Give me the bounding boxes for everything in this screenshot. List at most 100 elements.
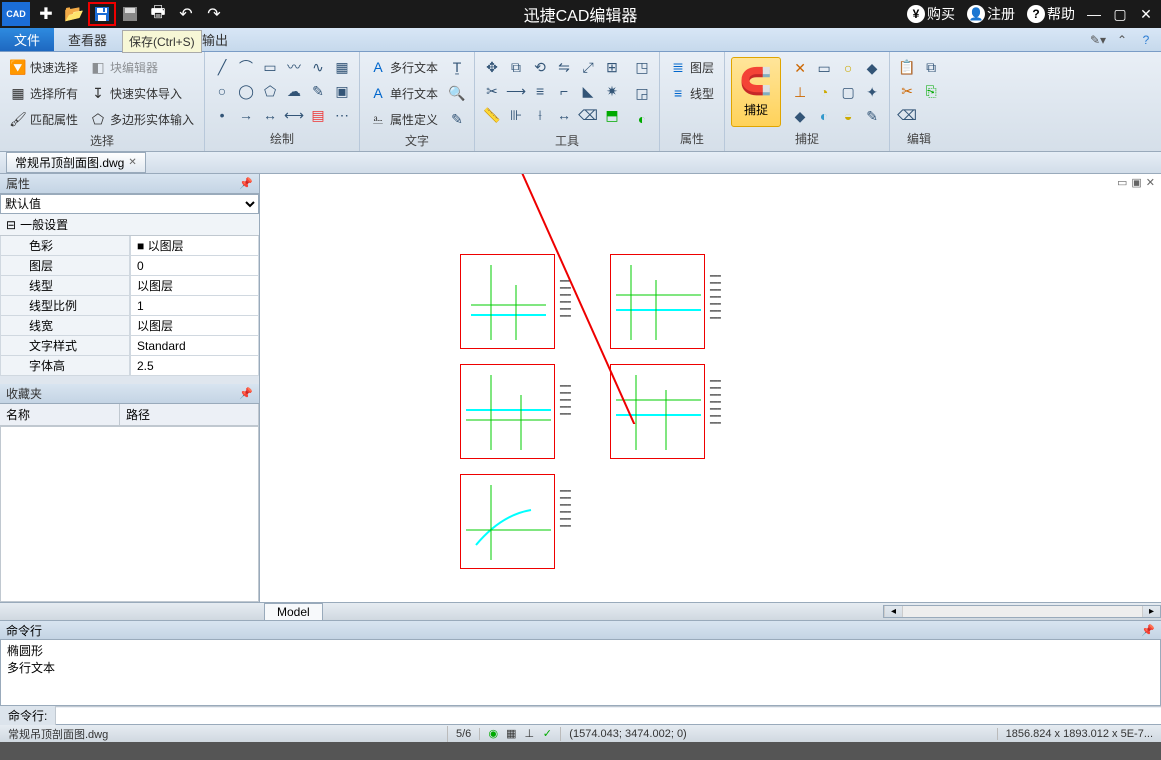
mirror-icon[interactable]: ⇋	[553, 56, 575, 78]
copy2-icon[interactable]: ⧉	[920, 56, 942, 78]
grid-status-icon[interactable]: ▦	[504, 727, 518, 741]
match-props[interactable]: 🖌匹配属性	[6, 108, 82, 130]
text-style-icon[interactable]: Ṯ	[446, 56, 468, 78]
polar-status-icon[interactable]: ✓	[540, 727, 554, 741]
break-icon[interactable]: ⟊	[529, 104, 551, 126]
qat-new[interactable]: ✚	[32, 2, 60, 26]
qat-save[interactable]	[88, 2, 116, 26]
text-edit-icon[interactable]: ✎	[446, 108, 468, 130]
ray-icon[interactable]: →	[235, 104, 257, 126]
edit5-icon[interactable]	[920, 104, 942, 126]
prop-val[interactable]: 2.5	[130, 356, 259, 376]
prop-val[interactable]: 0	[130, 256, 259, 276]
tool-b-icon[interactable]: ◲	[631, 82, 653, 104]
snap-perp-icon[interactable]: ⊥	[789, 81, 811, 103]
close-panel-icon[interactable]: ✕	[1146, 176, 1155, 189]
model-space-tab[interactable]: Model	[264, 603, 323, 620]
snap-end-icon[interactable]: ✕	[789, 57, 811, 79]
cloud-icon[interactable]: ☁	[283, 80, 305, 102]
mtext[interactable]: A多行文本	[366, 56, 442, 78]
attdef[interactable]: ⎁属性定义	[366, 108, 442, 130]
quick-select[interactable]: 🔽快速选择	[6, 56, 82, 78]
del-icon[interactable]: ⌫	[896, 104, 918, 126]
doc-close-icon[interactable]: ✕	[128, 157, 136, 168]
tool-c-icon[interactable]: ◐	[631, 108, 653, 130]
explode-icon[interactable]: ✷	[601, 80, 623, 102]
pin-icon[interactable]: 📌	[239, 177, 253, 190]
circle-icon[interactable]: ○	[211, 80, 233, 102]
polygon-draw-icon[interactable]: ⬠	[259, 80, 281, 102]
quick-entity-import[interactable]: ↧快速实体导入	[86, 82, 198, 104]
fillet-icon[interactable]: ⌐	[553, 80, 575, 102]
line-icon[interactable]: ╱	[211, 56, 233, 78]
prop-val[interactable]: 以图层	[130, 276, 259, 296]
dim-icon[interactable]: ⟷	[283, 104, 305, 126]
help-button[interactable]: ?帮助	[1023, 2, 1079, 26]
measure-icon[interactable]: 📏	[481, 104, 503, 126]
paste-icon[interactable]: 📋	[896, 56, 918, 78]
ribbon-help-icon[interactable]: ?	[1137, 31, 1155, 49]
tab-file[interactable]: 文件	[0, 28, 54, 51]
prop-val[interactable]: Standard	[130, 336, 259, 356]
ortho-status-icon[interactable]: ⊥	[522, 727, 536, 741]
trim-icon[interactable]: ✂	[481, 80, 503, 102]
group-icon[interactable]: ⬒	[601, 104, 623, 126]
cut-icon[interactable]: ✂	[896, 80, 918, 102]
snap-ext-icon[interactable]: ◆	[789, 105, 811, 127]
snap-ins-icon[interactable]: ✎	[861, 105, 883, 127]
close-button[interactable]: ✕	[1135, 3, 1157, 25]
prop-val[interactable]: 以图层	[130, 316, 259, 336]
stretch-icon[interactable]: ↔	[553, 104, 575, 126]
offset-icon[interactable]: ≡	[529, 80, 551, 102]
linetype-btn[interactable]: ≡线型	[666, 82, 718, 104]
hatch-icon[interactable]: ▦	[331, 56, 353, 78]
register-button[interactable]: 👤注册	[963, 2, 1019, 26]
block-insert-icon[interactable]: ▣	[331, 80, 353, 102]
extend-icon[interactable]: ⟶	[505, 80, 527, 102]
pin-icon[interactable]: 📌	[1141, 624, 1155, 637]
more-draw-icon[interactable]: ⋯	[331, 104, 353, 126]
prop-val[interactable]: 1	[130, 296, 259, 316]
ellipse-icon[interactable]: ◯	[235, 80, 257, 102]
qat-undo[interactable]: ↶	[172, 2, 200, 26]
snap-status-icon[interactable]: ◉	[486, 727, 500, 741]
select-all[interactable]: ▦选择所有	[6, 82, 82, 104]
qat-saveas[interactable]	[116, 2, 144, 26]
tab-viewer[interactable]: 查看器	[54, 28, 121, 51]
rotate-icon[interactable]: ⟲	[529, 56, 551, 78]
qat-print[interactable]: 🖶	[144, 2, 172, 26]
scale-icon[interactable]: ⤢	[577, 56, 599, 78]
dtext[interactable]: A单行文本	[366, 82, 442, 104]
snap-near-icon[interactable]: ✦	[861, 81, 883, 103]
snap-node-icon[interactable]: ▢	[837, 81, 859, 103]
properties-dropdown[interactable]: 默认值	[0, 194, 259, 214]
document-tab[interactable]: 常规吊顶剖面图.dwg ✕	[6, 152, 146, 173]
tool-a-icon[interactable]: ◳	[631, 56, 653, 78]
paste2-icon[interactable]: ⎘	[920, 80, 942, 102]
command-input[interactable]	[56, 708, 1161, 724]
align-icon[interactable]: ⊪	[505, 104, 527, 126]
block-editor[interactable]: ◧块编辑器	[86, 56, 198, 78]
layers-btn[interactable]: ≣图层	[666, 56, 718, 78]
pin-icon[interactable]: 📌	[239, 387, 253, 400]
max-panel-icon[interactable]: ▣	[1131, 176, 1141, 189]
snap-int-icon[interactable]: ◆	[861, 57, 883, 79]
polygon-entity-input[interactable]: ⬠多边形实体输入	[86, 108, 198, 130]
qat-open[interactable]: 📂	[60, 2, 88, 26]
snap-par-icon[interactable]: ◐	[813, 105, 835, 127]
prop-val[interactable]: ■ 以图层	[130, 236, 259, 256]
text-find-icon[interactable]: 🔍	[446, 82, 468, 104]
restore-panel-icon[interactable]: ▭	[1117, 176, 1127, 189]
snap-mid-icon[interactable]: ▭	[813, 57, 835, 79]
polyline-icon[interactable]: 〰	[283, 56, 305, 78]
minimize-button[interactable]: —	[1083, 3, 1105, 25]
chamfer-icon[interactable]: ◣	[577, 80, 599, 102]
point-icon[interactable]: •	[211, 104, 233, 126]
drawing-canvas[interactable]: ▭ ▣ ✕ ━━━━━━━━━━━━━━━━━━ ━━━━━━━━━━━━━━━…	[260, 174, 1161, 602]
prop-section[interactable]: ⊟ 一般设置	[0, 214, 259, 236]
qat-redo[interactable]: ↷	[200, 2, 228, 26]
snap-cen-icon[interactable]: ○	[837, 57, 859, 79]
arc-icon[interactable]: ⌒	[235, 56, 257, 78]
erase-icon[interactable]: ⌫	[577, 104, 599, 126]
snap-tan-icon[interactable]: ◔	[813, 81, 835, 103]
